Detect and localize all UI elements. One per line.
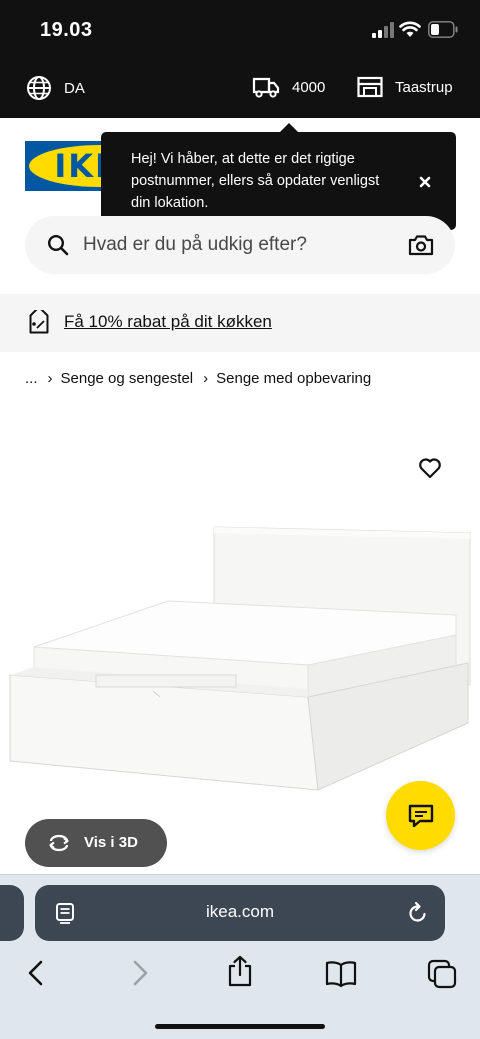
language-label: DA (64, 79, 85, 97)
tabs-icon[interactable] (427, 959, 457, 989)
search-input[interactable] (83, 216, 393, 274)
bookmarks-icon[interactable] (325, 959, 357, 987)
heart-icon[interactable] (418, 457, 442, 479)
back-icon[interactable] (24, 959, 48, 987)
share-icon[interactable] (227, 955, 253, 987)
status-bar: 19.03 (0, 0, 480, 62)
store-label: Taastrup (395, 78, 453, 96)
rotate-3d-icon (49, 834, 69, 852)
tooltip-message: Hej! Vi håber, at dette er det rigtige p… (131, 151, 380, 211)
delivery-truck-icon (252, 77, 280, 98)
chevron-right-icon: › (47, 370, 53, 387)
promo-banner[interactable]: Få 10% rabat på dit køkken (0, 294, 480, 352)
browser-toolbar: ikea.com (0, 874, 480, 1039)
breadcrumb: ... › Senge og sengestel › Senge med opb… (25, 370, 371, 387)
postcode-label: 4000 (292, 78, 326, 96)
view-3d-button[interactable]: Vis i 3D (25, 819, 167, 867)
breadcrumb-item[interactable]: Senge og sengestel (61, 370, 194, 387)
price-tag-icon (29, 310, 49, 334)
url-text: ikea.com (205, 902, 275, 921)
home-indicator (155, 1024, 325, 1029)
battery-icon (428, 21, 458, 38)
globe-icon (27, 76, 51, 100)
promo-link[interactable]: Få 10% rabat på dit køkken (64, 312, 272, 332)
status-time: 19.03 (40, 19, 93, 41)
chevron-right-icon: › (203, 370, 209, 387)
postcode-selector[interactable]: 4000 (252, 75, 325, 99)
wifi-icon (399, 21, 421, 37)
store-selector[interactable]: Taastrup (357, 75, 453, 99)
breadcrumb-item[interactable]: Senge med opbevaring (216, 370, 371, 387)
camera-search-icon[interactable] (408, 234, 434, 256)
close-icon[interactable] (415, 172, 435, 192)
breadcrumb-ellipsis[interactable]: ... (25, 370, 38, 387)
browser-nav-row (0, 955, 480, 995)
forward-icon[interactable] (128, 959, 152, 987)
store-icon (357, 76, 383, 98)
top-info-bar: DA 4000 Taastrup (0, 62, 480, 118)
cellular-signal-icon (372, 22, 394, 38)
chat-icon (408, 804, 434, 828)
search-icon[interactable] (47, 234, 69, 256)
search-bar (25, 216, 455, 274)
tooltip-arrow (279, 123, 299, 133)
product-image (9, 526, 471, 791)
chat-button[interactable] (386, 781, 455, 850)
view-3d-label: Vis i 3D (84, 834, 138, 851)
previous-tab-preview[interactable] (0, 885, 24, 941)
language-selector[interactable]: DA (26, 75, 85, 101)
address-bar[interactable]: ikea.com (35, 885, 445, 941)
reload-icon[interactable] (407, 901, 429, 925)
